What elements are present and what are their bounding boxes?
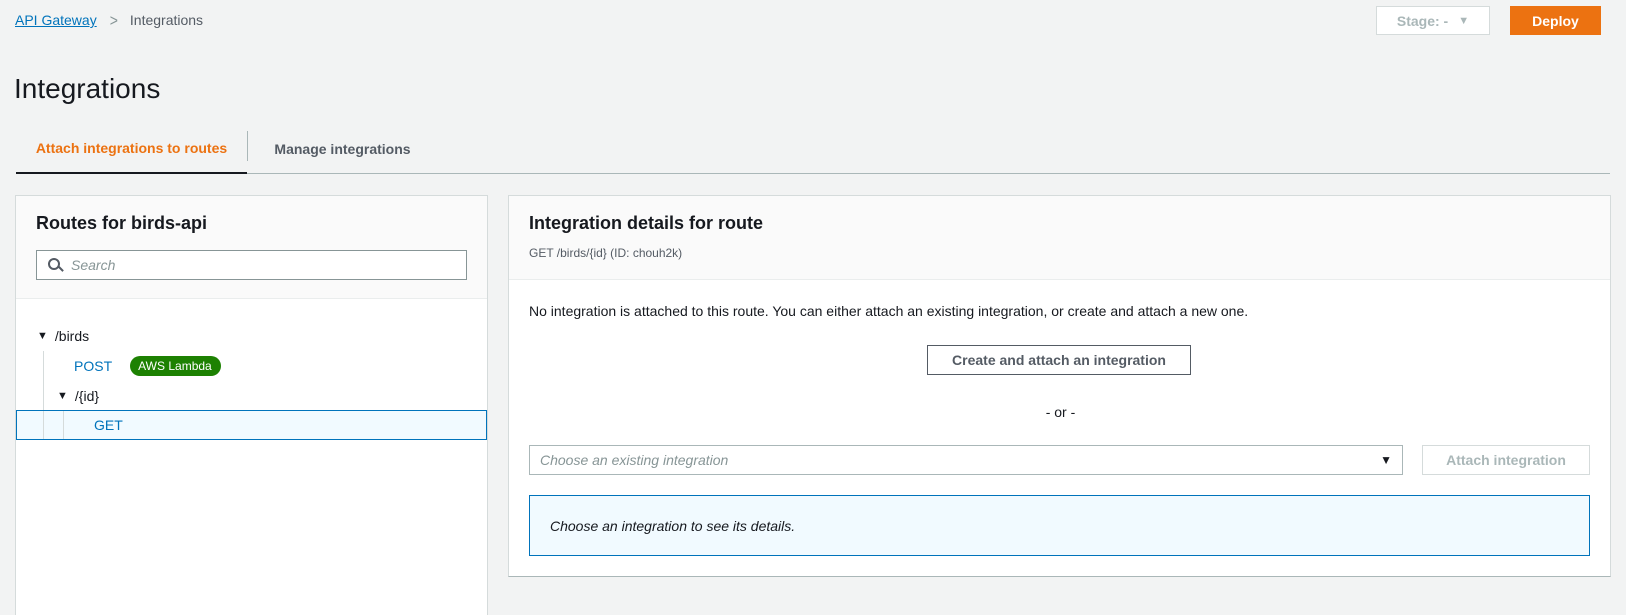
breadcrumb-api-gateway-link[interactable]: API Gateway — [15, 12, 97, 28]
tabs: Attach integrations to routes Manage int… — [16, 123, 1610, 174]
page-title: Integrations — [14, 73, 161, 104]
expand-triangle-icon[interactable]: ▼ — [37, 330, 48, 342]
existing-integration-placeholder: Choose an existing integration — [540, 452, 729, 468]
tree-node-post[interactable]: POST AWS Lambda — [16, 351, 487, 381]
info-box-text: Choose an integration to see its details… — [550, 517, 796, 534]
route-path-birds: /birds — [54, 328, 90, 344]
routes-panel: Routes for birds-api ▼ /birds POST AWS L… — [15, 195, 488, 615]
integration-info-box: Choose an integration to see its details… — [529, 495, 1590, 556]
route-path-id: /{id} — [74, 388, 100, 404]
breadcrumb: API Gateway > Integrations — [15, 10, 204, 30]
breadcrumb-current: Integrations — [129, 12, 204, 28]
no-integration-message: No integration is attached to this route… — [529, 303, 1249, 319]
stage-select-label: Stage: - — [1396, 12, 1449, 29]
caret-down-icon: ▼ — [1458, 14, 1470, 27]
chevron-right-icon: > — [109, 10, 118, 30]
tree-node-birds[interactable]: ▼ /birds — [16, 321, 487, 351]
or-separator: - or - — [1045, 404, 1076, 420]
tree-guide-line — [43, 411, 44, 439]
top-bar: API Gateway > Integrations Stage: - ▼ De… — [0, 0, 1626, 40]
search-box — [36, 250, 467, 280]
integration-details-title: Integration details for route — [529, 213, 764, 233]
expand-triangle-icon[interactable]: ▼ — [57, 390, 68, 402]
tab-manage-integrations[interactable]: Manage integrations — [248, 123, 437, 174]
integration-details-header: Integration details for route GET /birds… — [509, 196, 1610, 280]
tree-guide-line — [63, 411, 64, 439]
attach-integration-button[interactable]: Attach integration — [1422, 445, 1590, 475]
tree-guide-line — [43, 351, 44, 381]
stage-select[interactable]: Stage: - ▼ — [1376, 6, 1490, 35]
caret-down-icon: ▼ — [1380, 453, 1392, 467]
tree-node-id[interactable]: ▼ /{id} — [16, 381, 487, 411]
create-attach-integration-button[interactable]: Create and attach an integration — [927, 345, 1191, 375]
route-subtitle: GET /birds/{id} (ID: chouh2k) — [529, 246, 683, 260]
tree-node-get-selected[interactable]: GET — [16, 410, 487, 440]
aws-lambda-badge: AWS Lambda — [130, 356, 221, 376]
search-icon — [37, 251, 67, 279]
routes-panel-header: Routes for birds-api — [16, 196, 487, 299]
routes-tree: ▼ /birds POST AWS Lambda ▼ /{id} GET — [16, 321, 487, 440]
route-method-post[interactable]: POST — [74, 358, 112, 374]
tab-attach-integrations[interactable]: Attach integrations to routes — [16, 123, 247, 174]
routes-panel-title: Routes for birds-api — [36, 213, 208, 233]
integration-details-panel: Integration details for route GET /birds… — [508, 195, 1611, 577]
search-input[interactable] — [67, 252, 466, 278]
tree-guide-line — [43, 381, 44, 411]
existing-integration-select[interactable]: Choose an existing integration ▼ — [529, 445, 1403, 475]
route-method-get[interactable]: GET — [94, 417, 123, 433]
deploy-button[interactable]: Deploy — [1510, 6, 1601, 35]
